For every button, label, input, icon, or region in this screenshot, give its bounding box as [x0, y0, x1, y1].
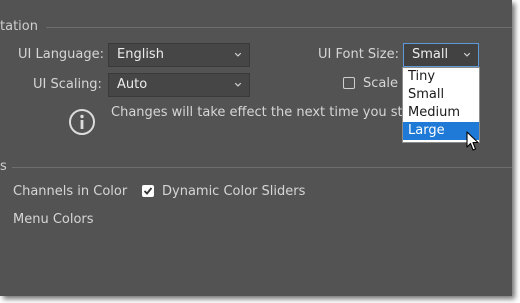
checkmark-icon	[143, 187, 153, 195]
chevron-down-icon	[234, 82, 242, 87]
ui-font-size-label: UI Font Size:	[318, 47, 399, 62]
ui-scaling-label: UI Scaling:	[33, 77, 102, 92]
ui-font-size-value: Small	[412, 47, 449, 62]
chevron-down-icon	[234, 52, 242, 57]
chevron-down-icon	[463, 52, 471, 57]
dynamic-color-sliders-checkbox[interactable]	[142, 185, 154, 197]
ui-language-label: UI Language:	[18, 47, 105, 62]
font-size-option-small[interactable]: Small	[403, 86, 479, 104]
channels-in-color-label: Channels in Color	[13, 184, 128, 199]
ui-scaling-value: Auto	[117, 77, 148, 92]
preferences-panel: tation UI Language: English UI Font Size…	[0, 0, 512, 296]
font-size-option-medium[interactable]: Medium	[403, 104, 479, 122]
mouse-cursor-icon	[466, 131, 479, 151]
info-icon	[69, 109, 95, 135]
font-size-option-tiny[interactable]: Tiny	[403, 68, 479, 86]
scale-ui-checkbox[interactable]	[343, 77, 355, 89]
section-label-presentation: tation	[0, 19, 38, 34]
ui-font-size-select[interactable]: Small	[403, 43, 479, 67]
section-label-options: s	[0, 159, 7, 174]
ui-language-value: English	[117, 47, 164, 62]
menu-colors-label: Menu Colors	[13, 212, 94, 227]
section-divider-top	[46, 27, 512, 28]
ui-language-select[interactable]: English	[108, 43, 250, 67]
ui-scaling-select[interactable]: Auto	[108, 73, 250, 97]
section-divider-bottom	[12, 167, 512, 168]
dynamic-color-sliders-label: Dynamic Color Sliders	[162, 184, 306, 199]
restart-notice-text: Changes will take effect the next time y…	[111, 105, 434, 120]
